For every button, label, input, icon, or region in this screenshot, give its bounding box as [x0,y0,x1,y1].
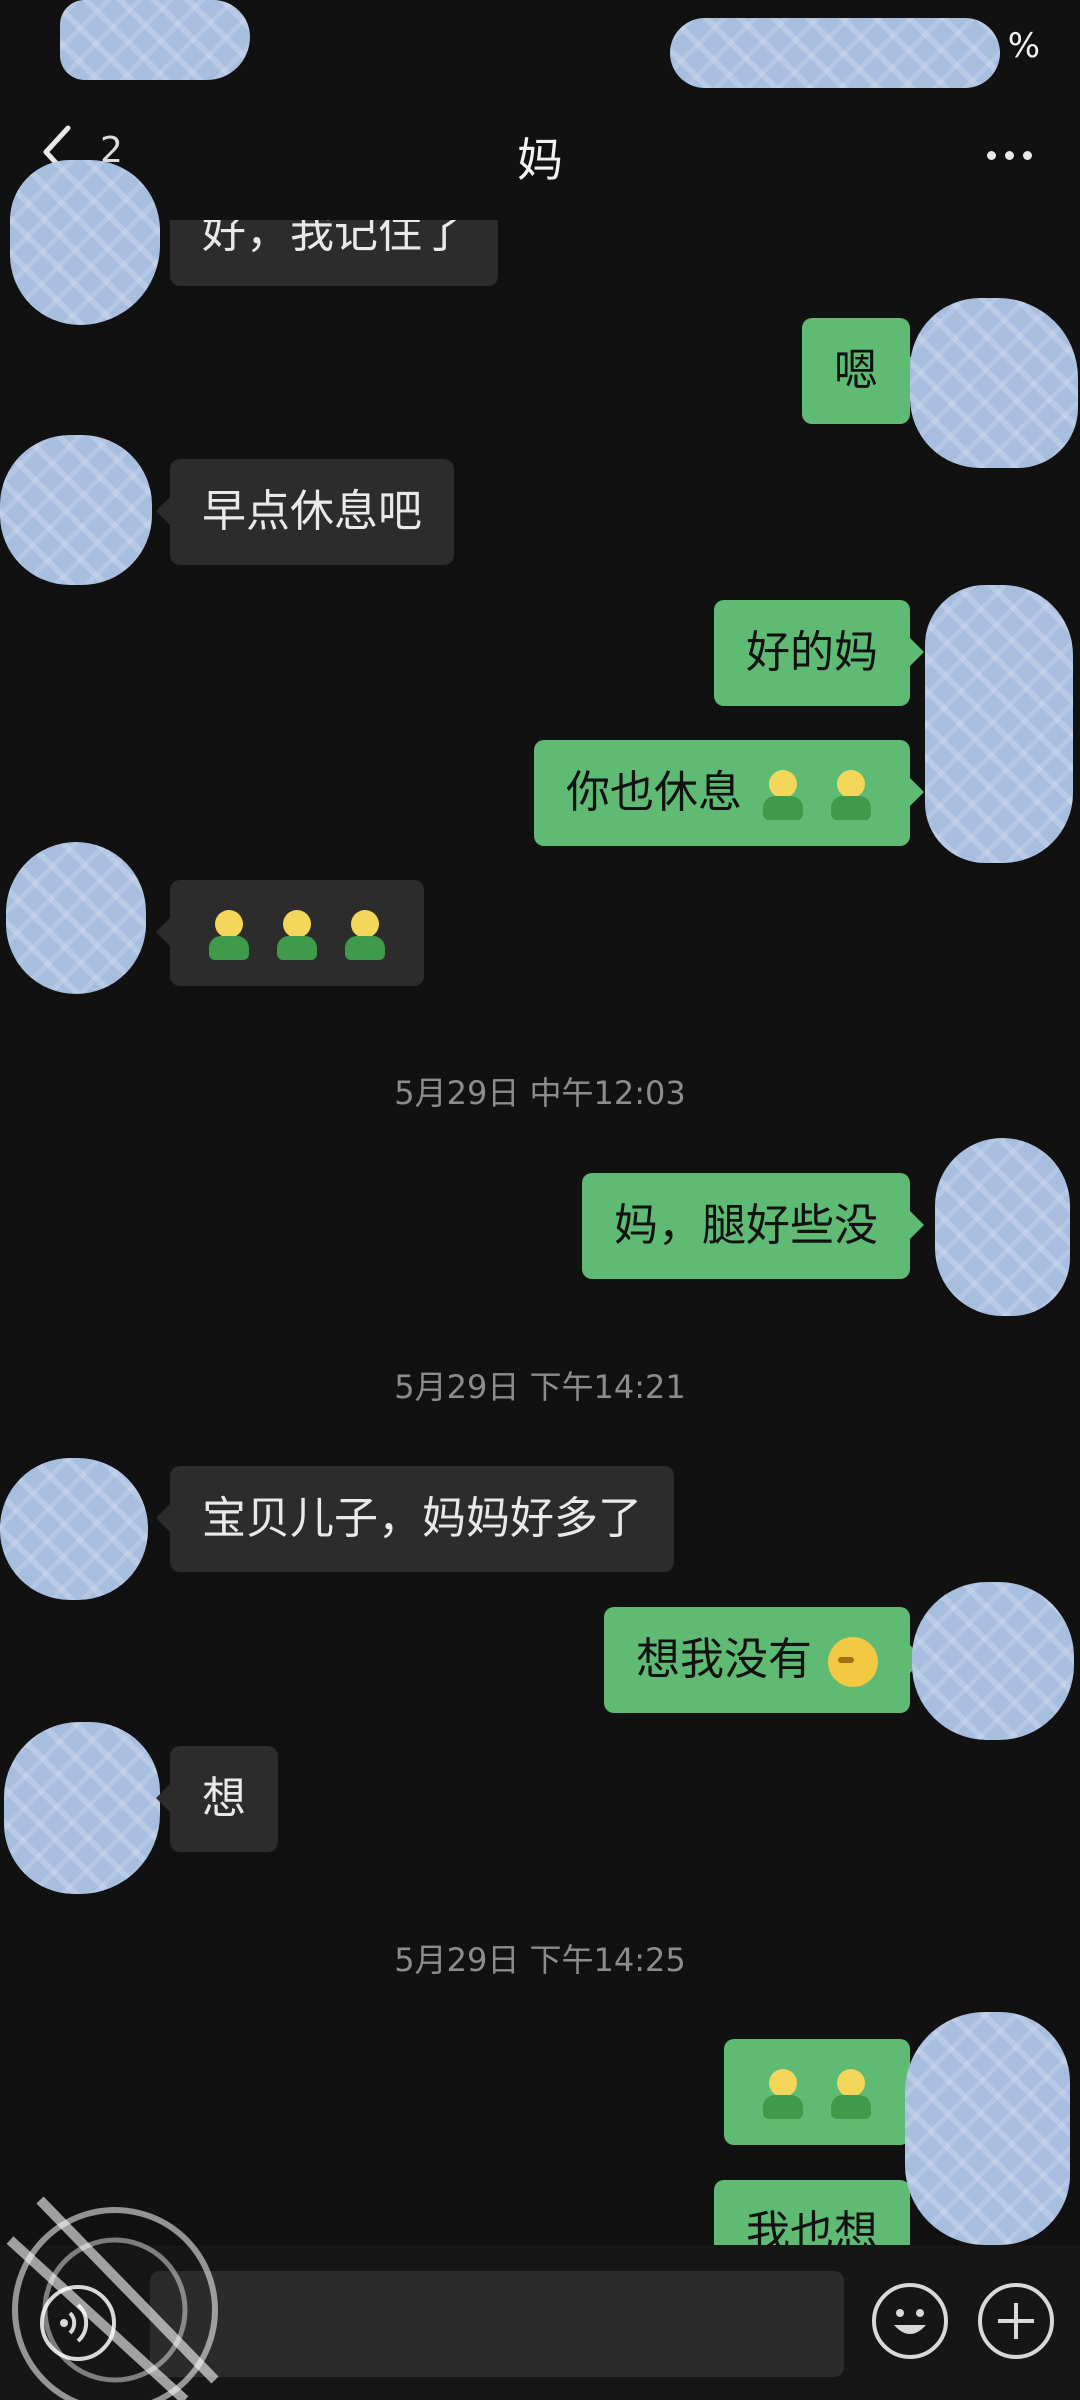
redaction-blob [60,0,250,80]
message-text: 好的妈 [746,627,878,678]
avatar[interactable] [10,160,160,325]
thinking-face-emoji-icon [828,1637,878,1687]
message-bubble[interactable] [724,2039,924,2145]
message-bubble[interactable]: 想 [156,1746,278,1852]
person-emoji-icon [826,2067,876,2121]
more-options-button[interactable] [974,130,1044,180]
avatar[interactable] [905,2012,1070,2245]
person-emoji-icon [758,768,808,822]
message-input[interactable] [150,2271,844,2377]
emoji-button[interactable] [872,2283,948,2359]
smiley-icon [894,2309,926,2334]
avatar[interactable] [0,1458,148,1600]
message-bubble[interactable]: 你也休息 [534,740,924,846]
chat-header: 2 妈 [0,100,1080,210]
redaction-blob [670,18,1000,88]
message-text: 宝贝儿子，妈妈好多了 [202,1493,642,1544]
more-dot-icon [1022,150,1032,160]
timestamp: 5月29日 下午14:21 [394,1368,686,1406]
status-bar: % [0,0,1080,100]
message-text: 早点休息吧 [202,486,422,537]
message-text: 嗯 [834,345,878,396]
message-bubble[interactable]: 想我没有 [604,1607,924,1713]
timestamp: 5月29日 中午12:03 [394,1074,686,1112]
avatar[interactable] [935,1138,1070,1316]
more-dot-icon [986,150,996,160]
message-bubble[interactable]: 嗯 [802,318,924,424]
timestamp: 5月29日 下午14:25 [394,1941,686,1979]
avatar[interactable] [912,1582,1074,1740]
avatar[interactable] [925,585,1073,863]
avatar[interactable] [4,1722,160,1894]
message-bubble[interactable] [156,880,424,986]
message-bubble[interactable]: 早点休息吧 [156,459,454,565]
message-bubble[interactable]: 宝贝儿子，妈妈好多了 [156,1466,674,1572]
message-bubble[interactable]: 妈，腿好些没 [582,1173,924,1279]
message-bubble[interactable]: 好的妈 [714,600,924,706]
person-emoji-icon [340,908,390,962]
person-emoji-icon [758,2067,808,2121]
message-bubble[interactable]: 我也想 [714,2180,910,2245]
battery-indicator: % [1007,26,1040,66]
person-emoji-icon [272,908,322,962]
person-emoji-icon [826,768,876,822]
watermark-logo [6,2196,219,2400]
message-text: 你也休息 [566,767,742,818]
chat-title: 妈 [517,133,563,187]
avatar[interactable] [6,842,146,994]
person-emoji-icon [204,908,254,962]
add-attachment-button[interactable] [978,2283,1054,2359]
message-text: 我也想 [746,2207,878,2245]
more-dot-icon [1004,150,1014,160]
message-text: 想我没有 [636,1634,812,1685]
message-text: 妈，腿好些没 [614,1200,878,1251]
avatar[interactable] [910,298,1078,468]
avatar[interactable] [0,435,152,585]
message-text: 好，我记住了 [202,207,466,258]
message-text: 想 [202,1773,246,1824]
